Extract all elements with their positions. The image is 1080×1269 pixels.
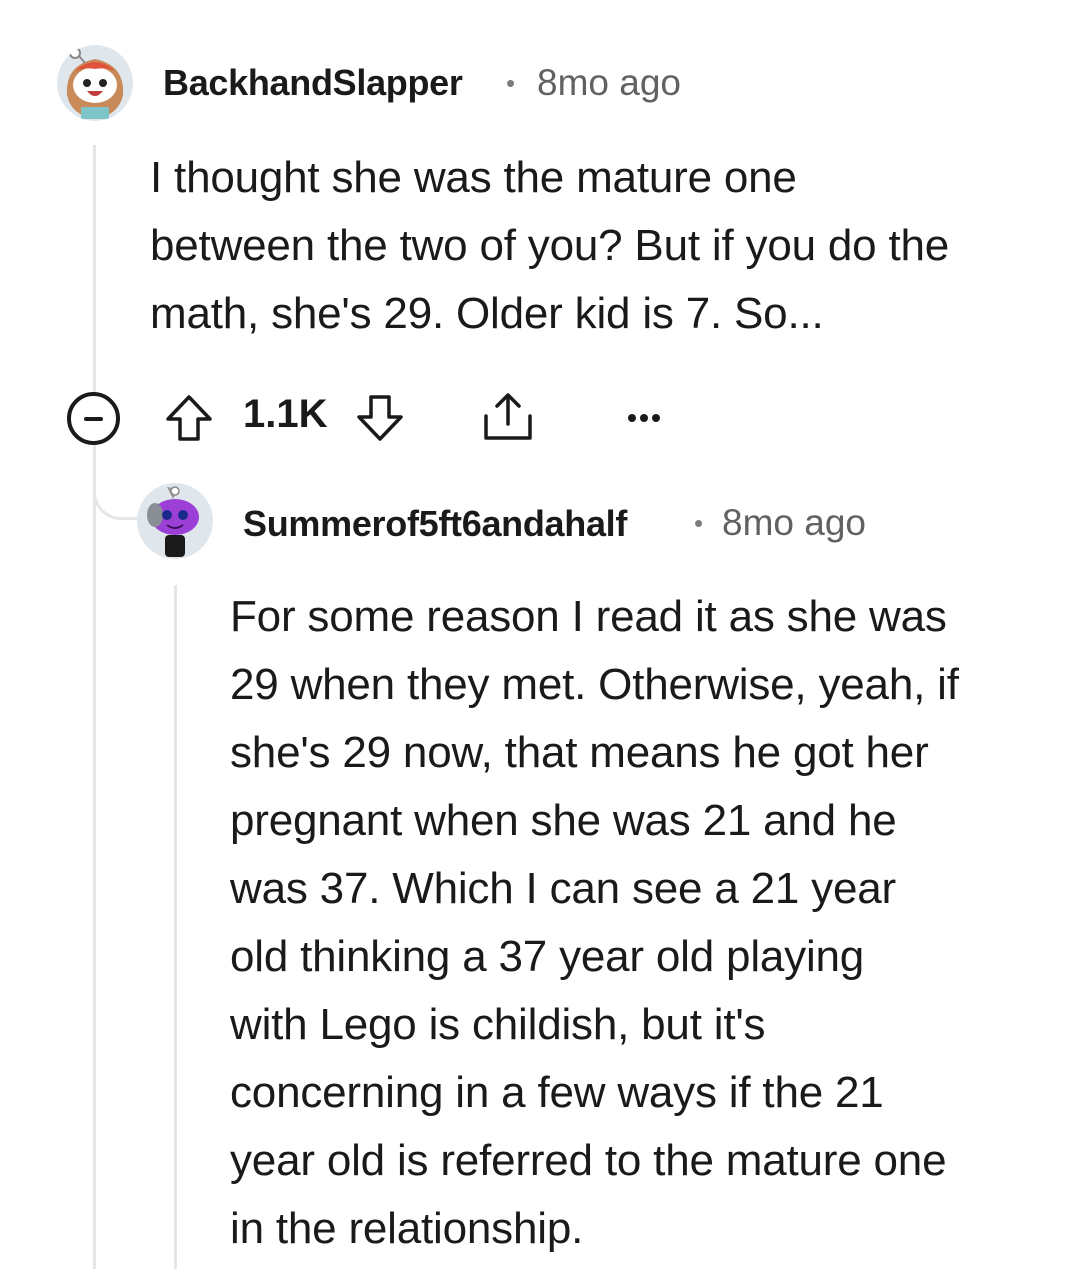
reply-thread-connector — [93, 440, 139, 520]
meta-separator: • — [506, 68, 516, 98]
comment-line: with Lego is childish, but it's — [230, 1000, 766, 1049]
vote-score: 1.1K — [243, 392, 328, 436]
comment-line: pregnant when she was 21 and he — [230, 796, 897, 845]
snoo-avatar-icon — [57, 45, 133, 121]
downvote-arrow-icon — [357, 395, 403, 441]
comment-line: 29 when they met. Otherwise, yeah, if — [230, 660, 959, 709]
comment-line: was 37. Which I can see a 21 year — [230, 864, 896, 913]
upvote-arrow-icon — [166, 395, 212, 441]
comment-line: math, she's 29. Older kid is 7. So... — [150, 289, 824, 338]
meta-separator: • — [694, 508, 704, 538]
snoo-avatar-icon — [137, 483, 213, 559]
comment-username[interactable]: BackhandSlapper — [163, 62, 463, 104]
reply-thread-line[interactable] — [174, 585, 177, 1269]
comment-username[interactable]: Summerof5ft6andahalf — [243, 503, 627, 545]
comment-line: old thinking a 37 year old playing — [230, 932, 865, 981]
user-avatar[interactable] — [137, 483, 213, 559]
upvote-button[interactable] — [162, 391, 216, 445]
comment-body: I thought she was the mature one between… — [150, 144, 1050, 348]
thread-line[interactable] — [93, 145, 96, 395]
comment-line: I thought she was the mature one — [150, 153, 797, 202]
comment-timestamp[interactable]: 8mo ago — [722, 502, 866, 544]
more-options-icon — [628, 414, 660, 422]
comment-line: between the two of you? But if you do th… — [150, 221, 950, 270]
more-options-button[interactable] — [622, 398, 666, 438]
comment-line: she's 29 now, that means he got her — [230, 728, 929, 777]
thread-line[interactable] — [93, 440, 96, 1269]
comment-body: For some reason I read it as she was 29 … — [230, 583, 1050, 1263]
downvote-button[interactable] — [353, 391, 407, 445]
comment-timestamp[interactable]: 8mo ago — [537, 62, 681, 104]
user-avatar[interactable] — [57, 45, 133, 121]
share-button[interactable] — [480, 390, 536, 446]
comment-line: in the relationship. — [230, 1204, 584, 1253]
comment-line: concerning in a few ways if the 21 — [230, 1068, 884, 1117]
comment-line: year old is referred to the mature one — [230, 1136, 947, 1185]
comment-line: For some reason I read it as she was — [230, 592, 947, 641]
share-icon — [484, 393, 532, 440]
collapse-icon[interactable] — [67, 392, 120, 445]
